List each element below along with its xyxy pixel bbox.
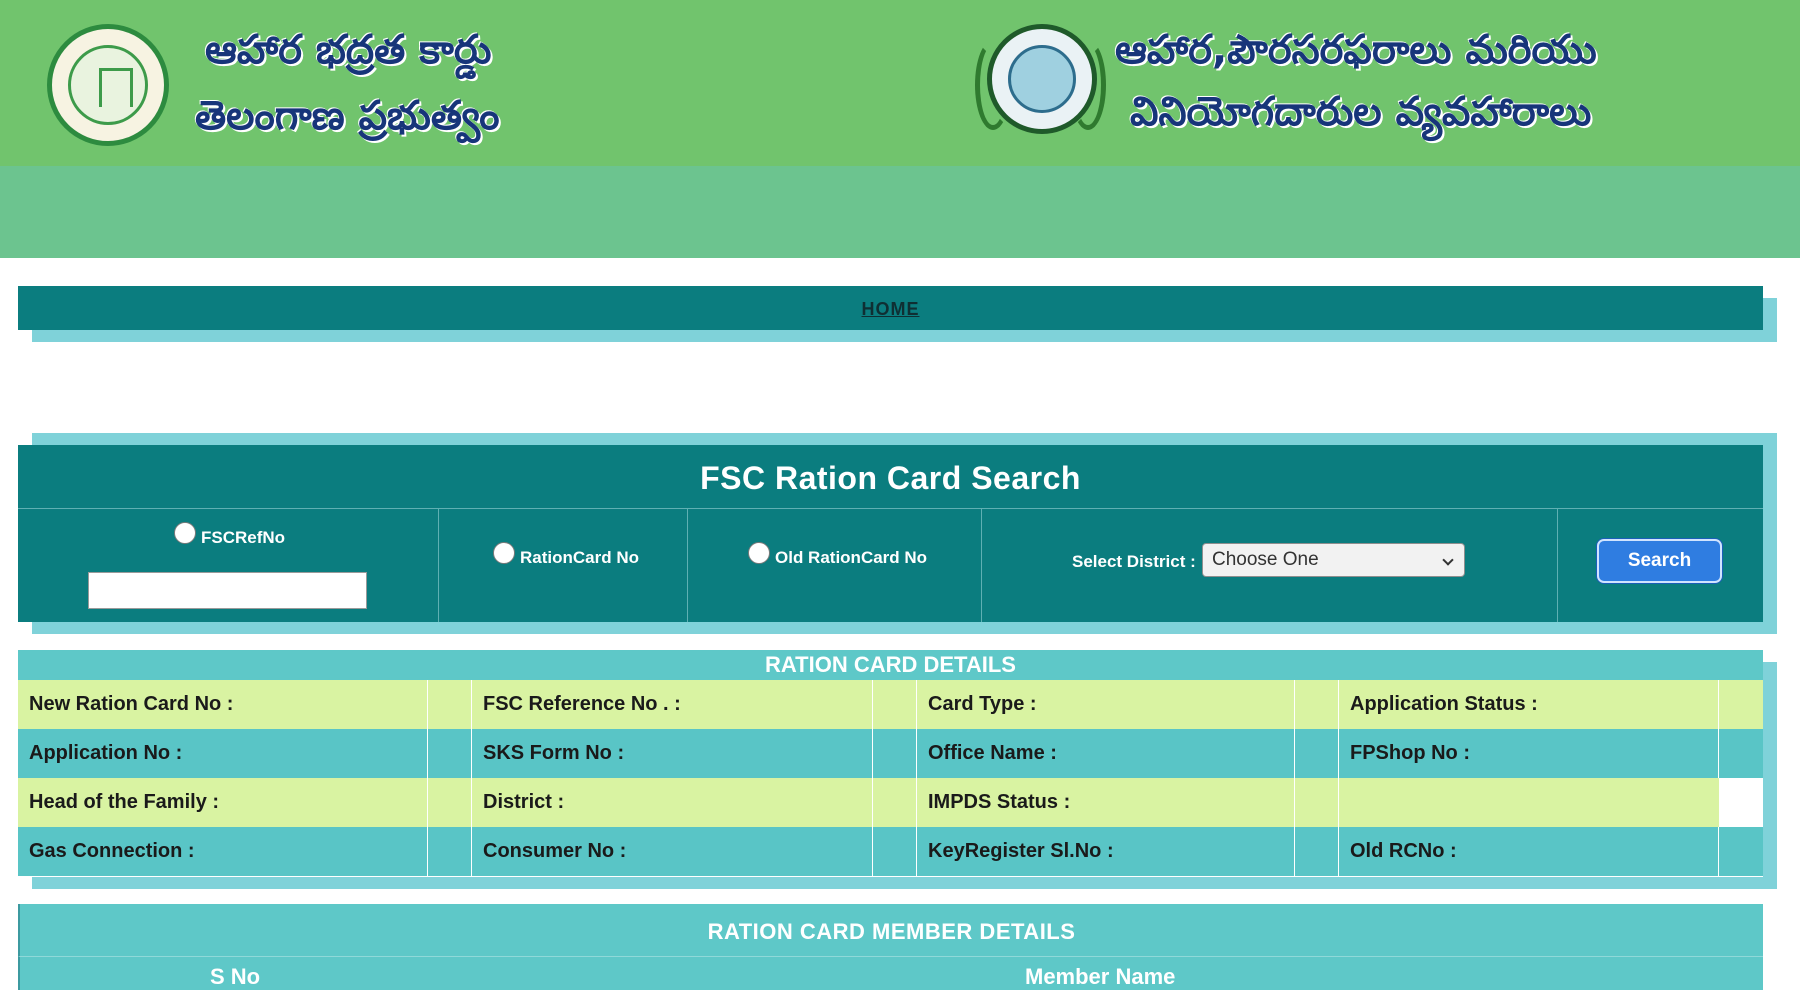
member-table-header: S No Member Name <box>18 956 1763 990</box>
district-select[interactable]: Choose One <box>1202 543 1465 577</box>
details-value <box>873 680 917 729</box>
details-label: Head of the Family : <box>18 778 428 827</box>
details-label: IMPDS Status : <box>917 778 1295 827</box>
right-title-line1: ఆహార,పౌరసరఫరాలు మరియు <box>1115 27 1597 73</box>
old-ration-card-radio[interactable] <box>748 542 770 564</box>
fsc-ref-label: FSCRefNo <box>201 528 286 547</box>
details-row: New Ration Card No : FSC Reference No . … <box>18 680 1763 729</box>
ration-card-details: RATION CARD DETAILS New Ration Card No :… <box>18 650 1763 877</box>
details-row: Head of the Family : District : IMPDS St… <box>18 778 1763 827</box>
details-title: RATION CARD DETAILS <box>18 650 1763 680</box>
details-label <box>1339 778 1763 827</box>
tscscl-logo-icon <box>987 24 1097 134</box>
details-label: KeyRegister Sl.No : <box>917 827 1295 876</box>
details-label: Application Status : <box>1339 680 1719 729</box>
nav-bar: HOME <box>18 286 1763 330</box>
member-details-title: RATION CARD MEMBER DETAILS <box>18 904 1763 956</box>
details-label: New Ration Card No : <box>18 680 428 729</box>
telangana-govt-emblem-icon <box>47 24 169 146</box>
fsc-ref-cell: FSCRefNo <box>18 509 439 622</box>
details-value <box>1295 778 1339 827</box>
ration-card-radio[interactable] <box>493 542 515 564</box>
details-label: Card Type : <box>917 680 1295 729</box>
ration-card-label: RationCard No <box>520 548 639 567</box>
details-value <box>873 827 917 876</box>
details-value <box>428 729 472 778</box>
details-value <box>1719 827 1763 876</box>
details-value <box>428 778 472 827</box>
details-row: Gas Connection : Consumer No : KeyRegist… <box>18 827 1763 876</box>
district-selected-value: Choose One <box>1212 549 1319 570</box>
details-label: Application No : <box>18 729 428 778</box>
details-value <box>1719 778 1763 827</box>
header-banner: ఆహార భద్రత కార్డు తెలంగాణ ప్రభుత్వం ఆహార… <box>0 0 1800 258</box>
details-row: Application No : SKS Form No : Office Na… <box>18 729 1763 778</box>
right-title-line2: వినియోగదారుల వ్యవహారాలు <box>1130 89 1592 135</box>
old-ration-card-label: Old RationCard No <box>775 548 928 567</box>
details-value <box>1295 827 1339 876</box>
column-member-name: Member Name <box>1025 964 1176 989</box>
nav-home-link[interactable]: HOME <box>862 299 920 320</box>
details-label: Office Name : <box>917 729 1295 778</box>
search-panel: FSC Ration Card Search FSCRefNo RationCa… <box>18 445 1763 622</box>
details-value <box>428 680 472 729</box>
fsc-ref-radio[interactable] <box>174 522 196 544</box>
district-cell: Select District : Choose One <box>982 509 1558 622</box>
details-label: FPShop No : <box>1339 729 1719 778</box>
ration-card-cell: RationCard No <box>439 509 688 622</box>
details-value <box>873 778 917 827</box>
column-sno: S No <box>210 964 261 989</box>
details-label: Gas Connection : <box>18 827 428 876</box>
details-label: Consumer No : <box>472 827 873 876</box>
details-label: Old RCNo : <box>1339 827 1719 876</box>
details-value <box>873 729 917 778</box>
left-title-line2: తెలంగాణ ప్రభుత్వం <box>195 93 500 139</box>
fsc-ref-input[interactable] <box>88 572 367 609</box>
search-button-cell: Search <box>1558 509 1763 622</box>
chevron-down-icon <box>1442 554 1454 566</box>
details-value <box>1295 729 1339 778</box>
old-ration-card-cell: Old RationCard No <box>688 509 982 622</box>
search-title: FSC Ration Card Search <box>18 445 1763 509</box>
fsc-ref-option[interactable]: FSCRefNo <box>174 522 286 549</box>
details-value <box>1719 680 1763 729</box>
header-banner-top <box>0 0 1800 166</box>
old-ration-card-option[interactable]: Old RationCard No <box>748 542 928 569</box>
district-label: Select District : <box>1072 552 1196 571</box>
details-label: SKS Form No : <box>472 729 873 778</box>
details-label: FSC Reference No . : <box>472 680 873 729</box>
left-title-line1: ఆహార భద్రత కార్డు <box>205 27 492 73</box>
details-value <box>428 827 472 876</box>
ration-card-option[interactable]: RationCard No <box>493 542 639 569</box>
details-value <box>1719 729 1763 778</box>
search-button[interactable]: Search <box>1597 539 1722 583</box>
details-value <box>1295 680 1339 729</box>
member-details: RATION CARD MEMBER DETAILS S No Member N… <box>18 904 1763 990</box>
details-label: District : <box>472 778 873 827</box>
